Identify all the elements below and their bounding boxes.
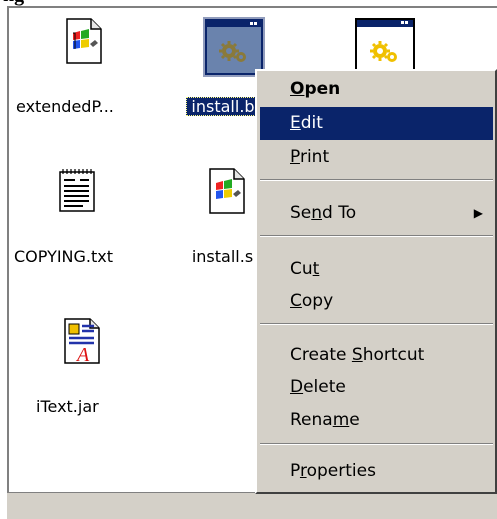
status-bar bbox=[7, 492, 497, 519]
submenu-arrow-icon: ▶ bbox=[473, 206, 483, 220]
menu-item-copy[interactable]: Copy bbox=[260, 285, 493, 318]
windows-batch-icon bbox=[66, 18, 102, 64]
windows-script-icon bbox=[209, 168, 245, 214]
context-menu: Open Edit Print Send To ▶ Cut Copy Create… bbox=[255, 69, 497, 494]
gear-window-icon bbox=[205, 19, 263, 75]
svg-text:A: A bbox=[75, 344, 90, 364]
menu-item-open[interactable]: Open bbox=[260, 73, 493, 106]
text-document-icon bbox=[59, 169, 95, 212]
menu-item-create-shortcut[interactable]: Create Shortcut bbox=[260, 339, 493, 372]
menu-item-delete[interactable]: Delete bbox=[260, 371, 493, 404]
menu-item-edit[interactable]: Edit bbox=[260, 107, 493, 140]
file-label: COPYING.txt bbox=[14, 247, 114, 266]
menu-item-print[interactable]: Print bbox=[260, 141, 493, 174]
menu-item-send-to[interactable]: Send To ▶ bbox=[260, 197, 493, 230]
menu-item-rename[interactable]: Rename bbox=[260, 404, 493, 437]
menu-separator bbox=[260, 323, 493, 325]
file-label: iText.jar bbox=[36, 397, 99, 416]
menu-item-cut[interactable]: Cut bbox=[260, 253, 493, 286]
file-label-selected: install.b bbox=[186, 97, 260, 116]
menu-item-properties[interactable]: Properties bbox=[260, 455, 493, 488]
java-archive-icon: A bbox=[64, 318, 100, 364]
menu-separator bbox=[260, 179, 493, 181]
gear-window-yellow-icon bbox=[355, 18, 415, 76]
menu-separator bbox=[260, 443, 493, 445]
file-label: extendedP... bbox=[16, 97, 114, 116]
menu-separator bbox=[260, 235, 493, 237]
file-label: install.s bbox=[191, 247, 254, 266]
